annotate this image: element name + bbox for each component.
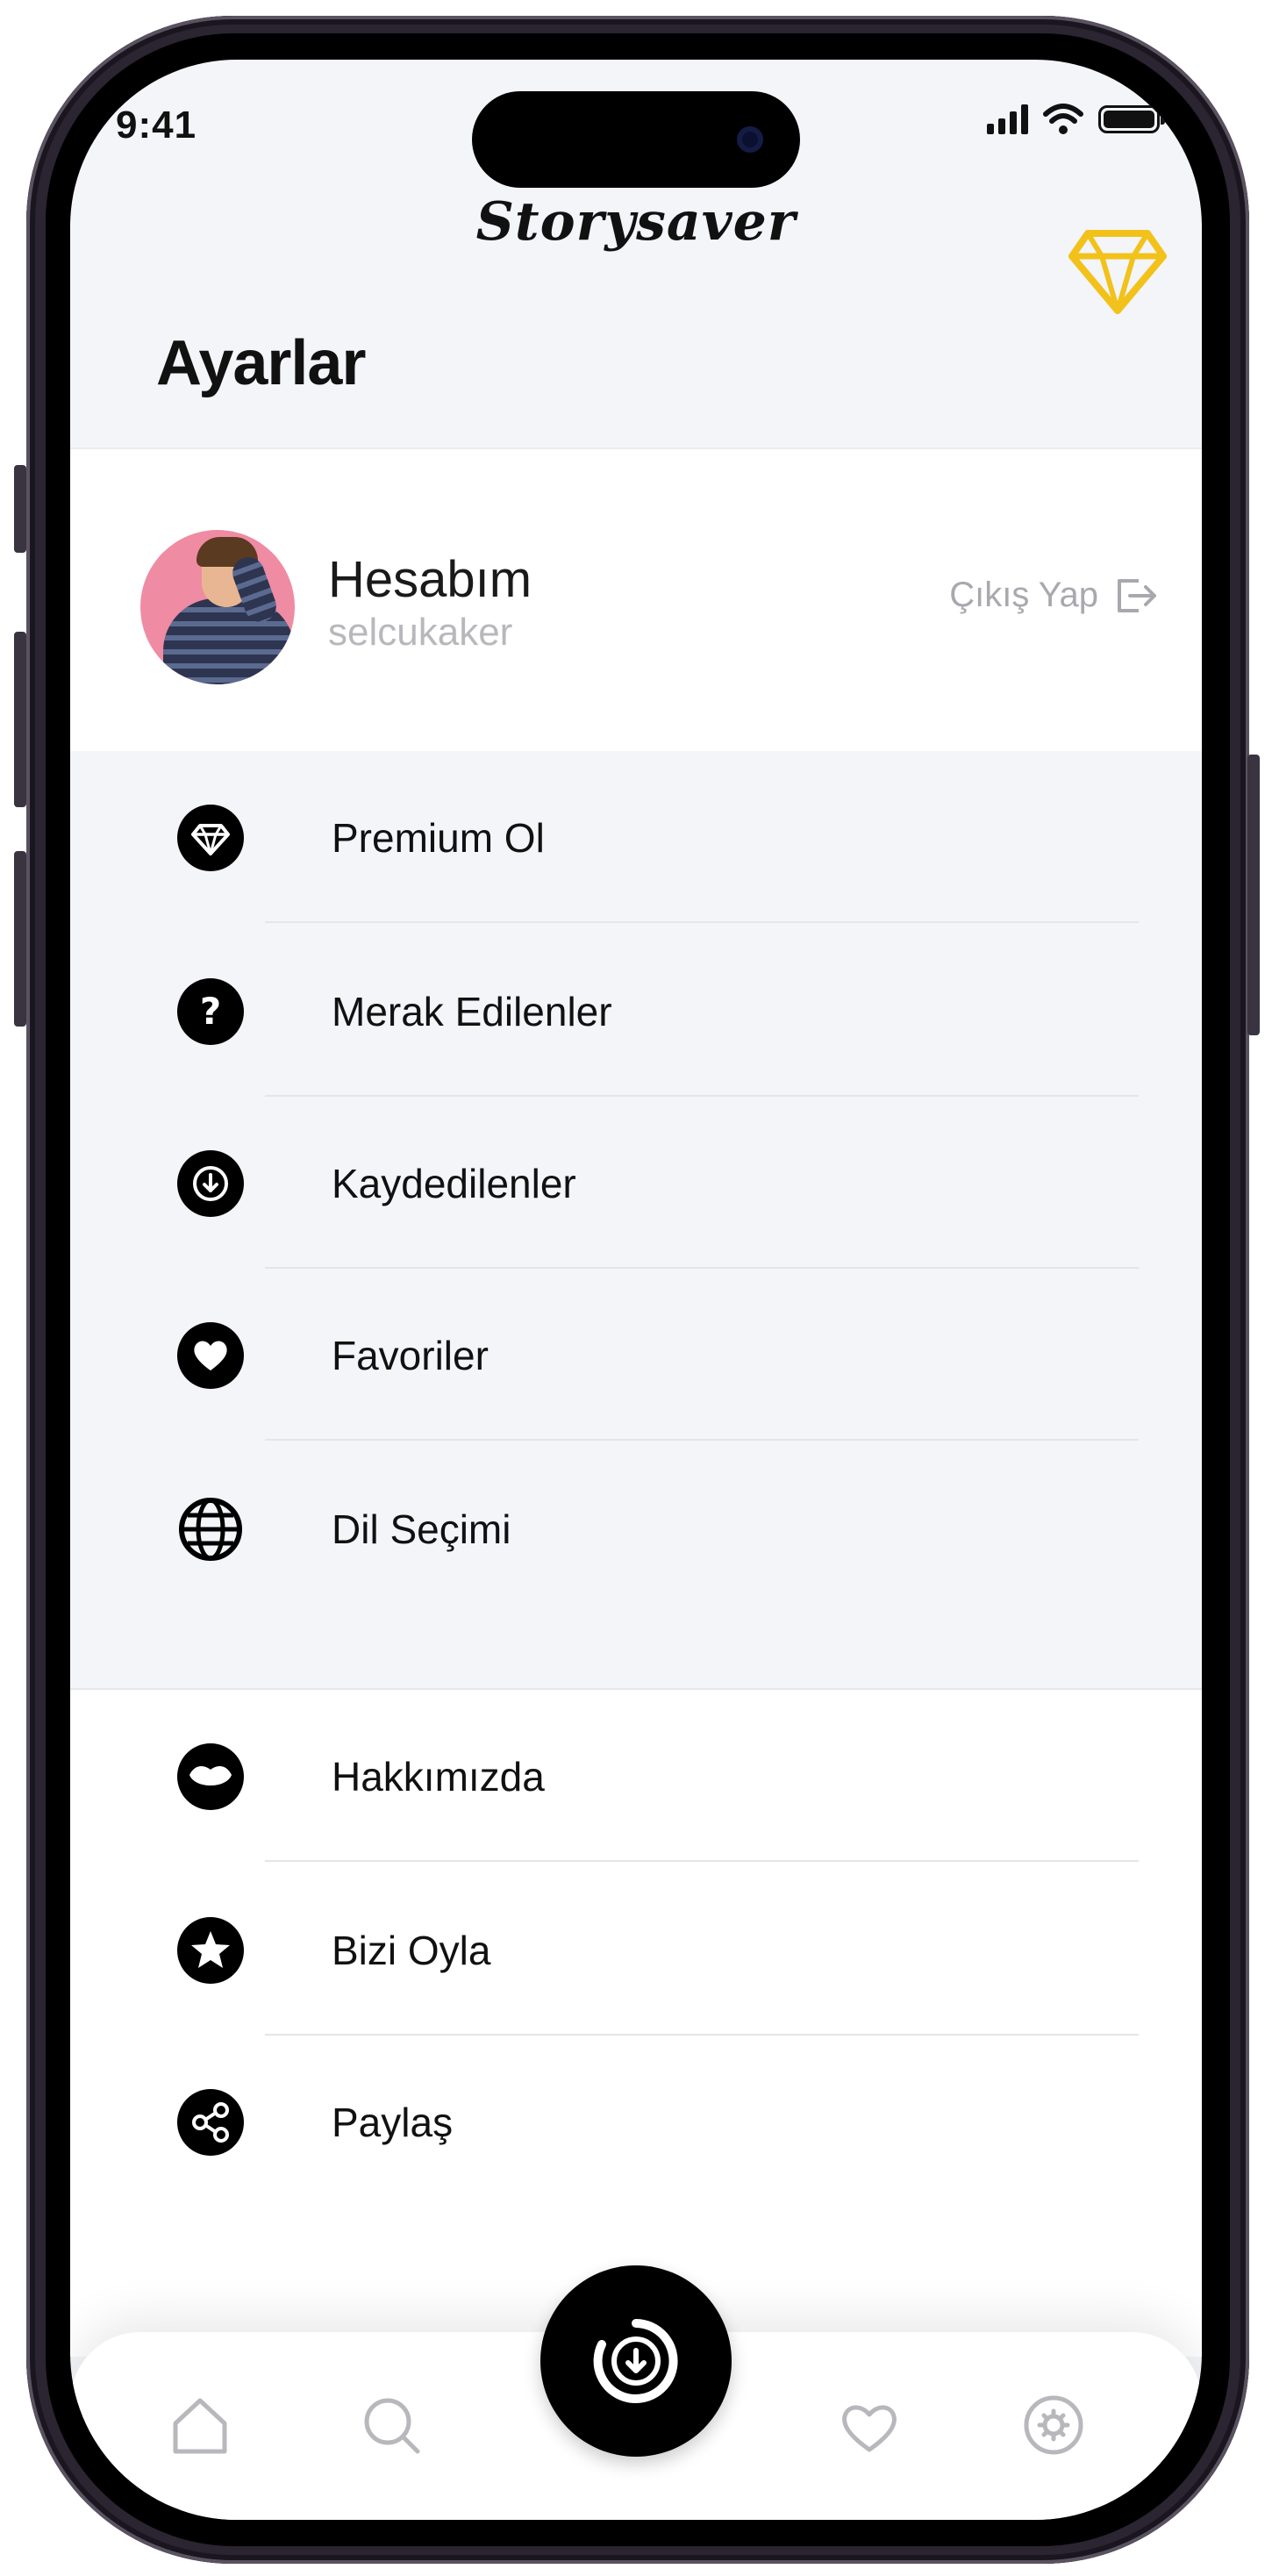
download-circle-icon <box>177 1150 244 1217</box>
home-icon[interactable] <box>168 2394 232 2457</box>
wifi-icon <box>1043 104 1083 134</box>
question-icon: ? <box>177 978 244 1045</box>
volume-down-button <box>14 851 26 1027</box>
logout-label: Çıkış Yap <box>949 576 1098 614</box>
menu-item-favorites[interactable]: Favoriler <box>70 1269 1202 1441</box>
account-name: Hesabım <box>328 551 532 608</box>
account-username: selcukaker <box>328 611 513 654</box>
menu-label: Hakkımızda <box>332 1754 545 1800</box>
divider <box>265 1860 1139 1862</box>
divider <box>265 921 1139 923</box>
menu-primary: Premium Ol ? Merak Edilenler Kaydedilenl… <box>70 751 1202 1690</box>
app-logo: Storysaver <box>475 191 797 253</box>
page-title: Ayarlar <box>156 328 366 398</box>
action-button <box>14 465 26 553</box>
share-icon <box>177 2089 244 2156</box>
menu-label: Merak Edilenler <box>332 989 612 1034</box>
menu-item-saved[interactable]: Kaydedilenler <box>70 1097 1202 1269</box>
menu-secondary: Hakkımızda Bizi Oyla Paylaş <box>70 1690 1202 2357</box>
screen: 9:41 Storysaver Ayarlar Hesabım selcukak… <box>70 60 1202 2520</box>
battery-icon <box>1098 105 1165 133</box>
logout-button[interactable]: Çıkış Yap <box>949 576 1158 615</box>
menu-label: Kaydedilenler <box>332 1161 576 1206</box>
menu-item-about[interactable]: Hakkımızda <box>70 1690 1202 1862</box>
logout-icon <box>1118 578 1156 612</box>
dynamic-island <box>472 91 800 188</box>
menu-label: Dil Seçimi <box>332 1506 511 1552</box>
star-icon <box>177 1917 244 1984</box>
menu-label: Bizi Oyla <box>332 1928 491 1973</box>
menu-item-faq[interactable]: ? Merak Edilenler <box>70 925 1202 1097</box>
status-icons <box>987 104 1165 135</box>
divider <box>265 1439 1139 1441</box>
diamond-icon <box>177 805 244 871</box>
heart-icon <box>177 1322 244 1389</box>
account-card[interactable]: Hesabım selcukaker Çıkış Yap <box>70 447 1202 753</box>
volume-up-button <box>14 632 26 807</box>
download-icon <box>593 2319 678 2403</box>
menu-item-language[interactable]: Dil Seçimi <box>70 1442 1202 1614</box>
search-icon[interactable] <box>360 2394 423 2457</box>
tab-bar <box>70 2265 1202 2520</box>
power-button <box>1247 755 1260 1035</box>
heart-icon[interactable] <box>838 2394 901 2457</box>
globe-icon <box>179 1498 242 1561</box>
menu-item-rate[interactable]: Bizi Oyla <box>70 1864 1202 2036</box>
menu-item-premium[interactable]: Premium Ol <box>70 751 1202 923</box>
status-time: 9:41 <box>116 104 197 147</box>
svg-text:?: ? <box>200 990 221 1033</box>
menu-label: Paylaş <box>332 2100 454 2145</box>
camera-icon <box>737 126 763 153</box>
lips-icon <box>177 1743 244 1810</box>
premium-diamond-icon[interactable] <box>1068 226 1167 314</box>
signal-icon <box>987 104 1028 134</box>
menu-label: Premium Ol <box>332 815 545 861</box>
avatar <box>140 530 295 684</box>
settings-icon[interactable] <box>1022 2394 1085 2457</box>
menu-label: Favoriler <box>332 1333 489 1378</box>
menu-item-share[interactable]: Paylaş <box>70 2036 1202 2207</box>
download-fab[interactable] <box>540 2265 732 2457</box>
